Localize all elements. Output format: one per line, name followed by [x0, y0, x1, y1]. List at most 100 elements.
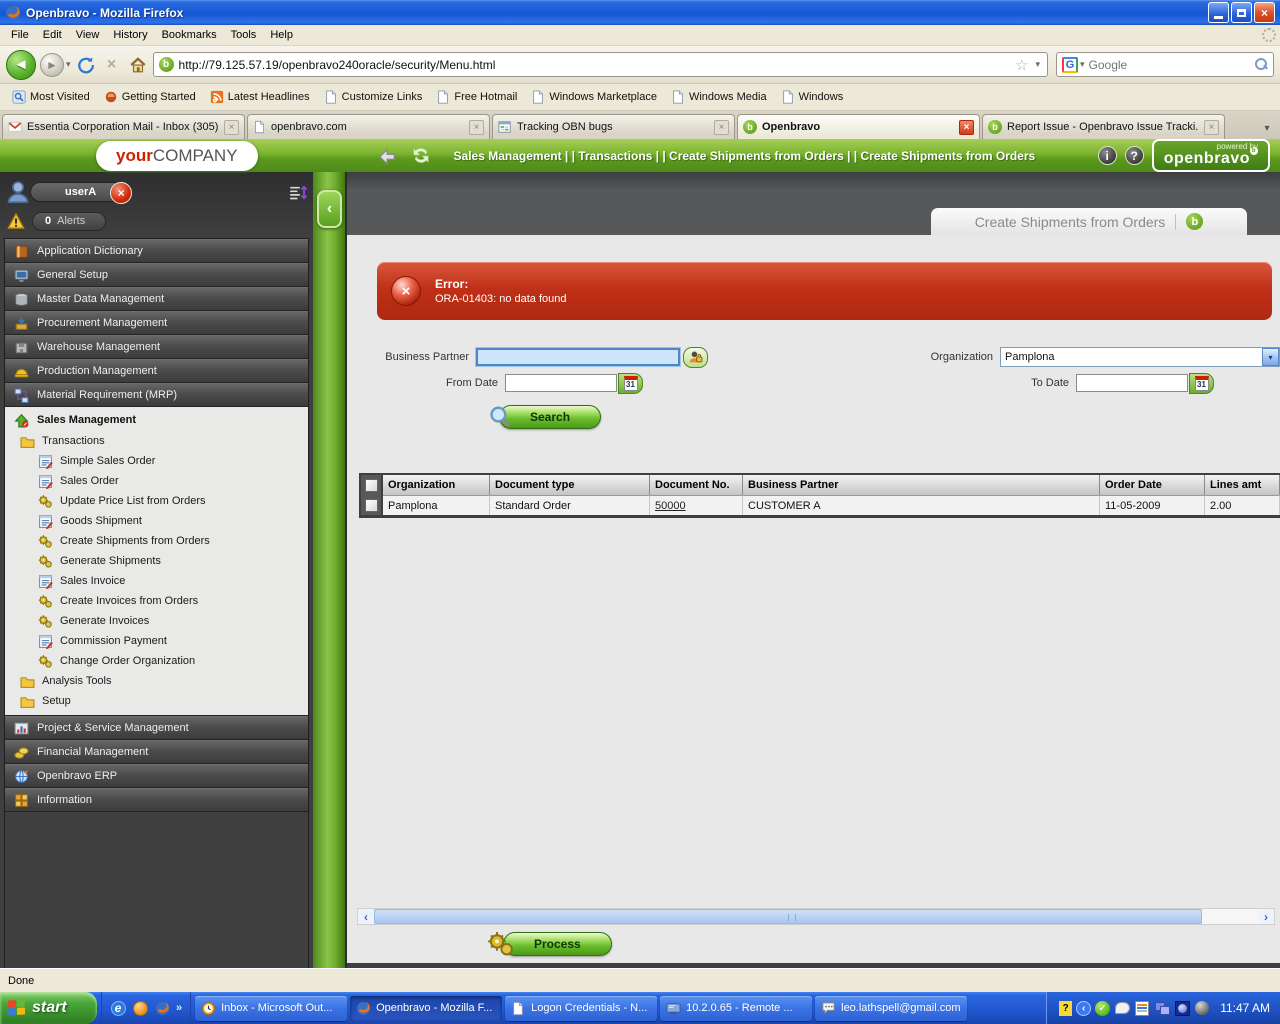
taskbar-button-gmail-chat[interactable]: leo.lathspell@gmail.com [815, 995, 968, 1021]
sidebar-item-material-requirement-mrp[interactable]: Material Requirement (MRP) [5, 383, 308, 407]
remote-connection-icon[interactable] [1174, 1000, 1190, 1016]
tab-essentia-mail[interactable]: Essentia Corporation Mail - Inbox (305).… [2, 114, 245, 139]
menu-view[interactable]: View [69, 26, 107, 44]
menu-history[interactable]: History [106, 26, 154, 44]
sidebar-item-sales-order[interactable]: Sales Order [5, 471, 308, 491]
help-icon[interactable]: ? [1124, 146, 1144, 165]
alerts-pill[interactable]: 0 Alerts [32, 211, 107, 231]
sidebar-item-update-price-list-from-orders[interactable]: Update Price List from Orders [5, 491, 308, 511]
bookmark-windows[interactable]: Windows [775, 87, 850, 107]
from-date-input[interactable] [505, 374, 617, 392]
col-document-type[interactable]: Document type [490, 475, 650, 495]
from-date-calendar-icon[interactable]: 31 [618, 372, 643, 394]
sidebar-item-transactions[interactable]: Transactions [5, 431, 308, 451]
outlook-icon[interactable] [132, 1000, 148, 1016]
history-dropdown-icon[interactable]: ▾ [66, 59, 71, 70]
search-input[interactable] [1088, 57, 1251, 72]
bookmark-free-hotmail[interactable]: Free Hotmail [430, 87, 523, 107]
process-button[interactable]: Process [503, 931, 612, 956]
search-button[interactable]: Search [499, 404, 602, 429]
col-order-date[interactable]: Order Date [1100, 475, 1205, 495]
scroll-left-icon[interactable]: ‹ [358, 909, 374, 924]
menu-tools[interactable]: Tools [224, 26, 264, 44]
scroll-right-icon[interactable]: › [1258, 909, 1274, 924]
tab-close-icon[interactable]: × [714, 119, 729, 135]
tab-close-icon[interactable]: × [959, 119, 974, 135]
taskbar-button-openbravo-firefox[interactable]: Openbravo - Mozilla F... [350, 995, 503, 1021]
menu-help[interactable]: Help [263, 26, 300, 44]
restore-button[interactable] [1231, 2, 1252, 23]
search-engine-dropdown-icon[interactable]: ▾ [1080, 59, 1085, 70]
sidebar-item-simple-sales-order[interactable]: Simple Sales Order [5, 451, 308, 471]
col-organization[interactable]: Organization [383, 475, 490, 495]
messenger-bubble-icon[interactable] [1114, 1000, 1130, 1016]
url-text[interactable]: http://79.125.57.19/openbravo240oracle/s… [179, 58, 1010, 72]
sidebar-item-procurement-management[interactable]: Procurement Management [5, 311, 308, 335]
search-magnifier-icon[interactable] [1255, 58, 1268, 71]
bookmark-star-icon[interactable]: ☆ [1015, 56, 1028, 74]
close-button[interactable]: × [1254, 2, 1275, 23]
row-checkbox[interactable] [361, 495, 383, 515]
sidebar-item-general-setup[interactable]: General Setup [5, 263, 308, 287]
sidebar-item-change-order-organization[interactable]: Change Order Organization [5, 651, 308, 671]
combo-arrow-icon[interactable]: ▾ [1262, 348, 1279, 366]
tab-openbravo-com[interactable]: openbravo.com × [247, 114, 490, 139]
sidebar-item-project-service-management[interactable]: Project & Service Management [5, 716, 308, 740]
app-back-icon[interactable] [376, 146, 398, 165]
organization-select[interactable]: Pamplona ▾ [1000, 347, 1280, 367]
menu-sort-icon[interactable] [289, 184, 307, 201]
minimize-button[interactable] [1208, 2, 1229, 23]
tab-report-issue[interactable]: b Report Issue - Openbravo Issue Tracki.… [982, 114, 1225, 139]
business-partner-input[interactable] [474, 347, 682, 367]
taskbar-button-outlook-inbox[interactable]: Inbox - Microsoft Out... [195, 995, 348, 1021]
sidebar-item-analysis-tools[interactable]: Analysis Tools [5, 671, 308, 691]
sidebar-item-information[interactable]: Information [5, 788, 308, 812]
sidebar-item-openbravo-erp[interactable]: Openbravo ERP [5, 764, 308, 788]
tab-close-icon[interactable]: × [224, 119, 239, 135]
col-document-no[interactable]: Document No. [650, 475, 743, 495]
bookmark-most-visited[interactable]: Most Visited [6, 87, 96, 107]
bookmark-customize-links[interactable]: Customize Links [318, 87, 429, 107]
tab-close-icon[interactable]: × [469, 119, 484, 135]
bookmark-windows-marketplace[interactable]: Windows Marketplace [525, 87, 663, 107]
sidebar-item-production-management[interactable]: Production Management [5, 359, 308, 383]
quick-launch-more-icon[interactable]: » [176, 1002, 182, 1014]
search-box[interactable]: G ▾ [1056, 52, 1274, 77]
sidebar-item-create-invoices-from-orders[interactable]: Create Invoices from Orders [5, 591, 308, 611]
sidebar-item-generate-shipments[interactable]: Generate Shipments [5, 551, 308, 571]
forward-button[interactable]: ► [40, 52, 64, 77]
bookmark-latest-headlines[interactable]: Latest Headlines [204, 87, 316, 107]
to-date-input[interactable] [1076, 374, 1188, 392]
firefox-icon[interactable] [154, 1000, 170, 1016]
reload-button[interactable] [75, 54, 97, 76]
col-lines-amt[interactable]: Lines amt [1205, 475, 1280, 495]
bookmark-windows-media[interactable]: Windows Media [665, 87, 773, 107]
sidebar-item-application-dictionary[interactable]: Application Dictionary [5, 239, 308, 263]
volume-sphere-icon[interactable] [1194, 1000, 1210, 1016]
taskbar-button-remote-desktop[interactable]: 10.2.0.65 - Remote ... [660, 995, 813, 1021]
tab-close-icon[interactable]: × [1204, 119, 1219, 135]
sidebar-item-commission-payment[interactable]: Commission Payment [5, 631, 308, 651]
bookmark-getting-started[interactable]: Getting Started [98, 87, 202, 107]
taskbar-button-logon-credentials[interactable]: Logon Credentials - N... [505, 995, 658, 1021]
horizontal-scrollbar[interactable]: ‹ › [357, 908, 1275, 925]
to-date-calendar-icon[interactable]: 31 [1189, 372, 1214, 394]
network-monitors-icon[interactable] [1154, 1000, 1170, 1016]
sidebar-item-create-shipments-from-orders[interactable]: Create Shipments from Orders [5, 531, 308, 551]
menu-edit[interactable]: Edit [36, 26, 69, 44]
url-bar[interactable]: b http://79.125.57.19/openbravo240oracle… [152, 52, 1048, 77]
sidebar-item-master-data-management[interactable]: Master Data Management [5, 287, 308, 311]
menu-bookmarks[interactable]: Bookmarks [155, 26, 224, 44]
document-no-link[interactable]: 50000 [655, 500, 686, 512]
status-check-icon[interactable]: ✓ [1095, 1000, 1111, 1016]
scrollbar-thumb[interactable] [374, 909, 1202, 924]
back-button[interactable]: ◄ [6, 49, 36, 80]
sidebar-collapse-icon[interactable]: ‹ [317, 190, 342, 228]
col-business-partner[interactable]: Business Partner [743, 475, 1100, 495]
sidebar-item-goods-shipment[interactable]: Goods Shipment [5, 511, 308, 531]
select-all-checkbox[interactable] [361, 475, 383, 495]
internet-explorer-icon[interactable]: e [110, 1000, 126, 1016]
sidebar-item-sales-management[interactable]: Sales Management [5, 409, 308, 431]
logout-close-icon[interactable]: × [110, 182, 133, 204]
list-all-tabs-icon[interactable]: ▾ [1256, 117, 1278, 139]
